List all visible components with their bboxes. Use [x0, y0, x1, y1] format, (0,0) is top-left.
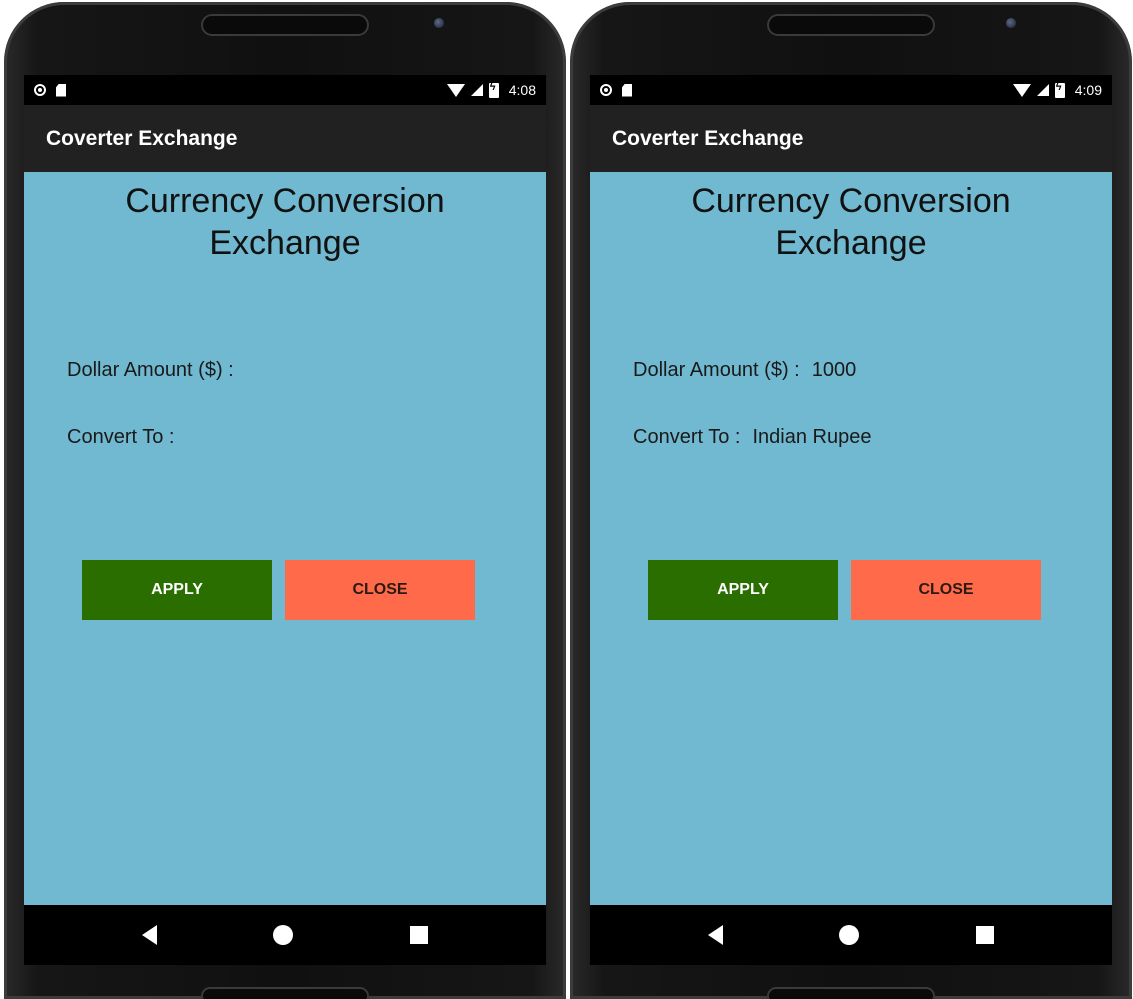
bottom-speaker: [767, 987, 935, 999]
home-icon[interactable]: [839, 925, 860, 945]
close-button[interactable]: CLOSE: [285, 560, 475, 620]
convert-to-label: Convert To :: [67, 426, 175, 448]
apply-button[interactable]: APPLY: [82, 560, 272, 620]
close-button[interactable]: CLOSE: [851, 560, 1041, 620]
apply-button[interactable]: APPLY: [648, 560, 838, 620]
app-title: Coverter Exchange: [46, 126, 238, 150]
front-camera: [434, 18, 444, 28]
front-camera: [1006, 18, 1016, 28]
sd-card-icon: [622, 83, 632, 97]
top-speaker: [201, 14, 369, 36]
page-title: Currency Conversion Exchange: [691, 182, 1011, 262]
wifi-icon: [446, 83, 465, 97]
app-bar: Coverter Exchange: [24, 105, 546, 172]
navigation-bar: [24, 905, 546, 965]
convert-to-row: Convert To : Indian Rupee: [633, 426, 871, 449]
page-title: Currency Conversion Exchange: [125, 182, 445, 262]
dollar-amount-label: Dollar Amount ($) :: [633, 359, 800, 381]
signal-icon: [1036, 84, 1049, 96]
status-bar: 4:08: [24, 75, 546, 105]
main-content: Currency Conversion Exchange Dollar Amou…: [590, 172, 1112, 905]
signal-icon: [470, 84, 483, 96]
app-title: Coverter Exchange: [612, 126, 804, 150]
phone-screen: 4:08 Coverter Exchange Currency Conversi…: [24, 75, 546, 965]
dollar-amount-row: Dollar Amount ($) : 1000: [633, 359, 856, 382]
convert-to-label: Convert To :: [633, 426, 741, 448]
status-time: 4:09: [1074, 82, 1102, 98]
status-bar: 4:09: [590, 75, 1112, 105]
phone-device-right: 4:09 Coverter Exchange Currency Conversi…: [570, 2, 1132, 999]
circle-icon: [600, 84, 612, 96]
status-time: 4:08: [508, 82, 536, 98]
recent-apps-icon[interactable]: [975, 926, 994, 944]
phone-screen: 4:09 Coverter Exchange Currency Conversi…: [590, 75, 1112, 965]
wifi-icon: [1012, 83, 1031, 97]
back-icon[interactable]: [708, 925, 724, 945]
circle-icon: [34, 84, 46, 96]
battery-charging-icon: [1054, 81, 1065, 98]
convert-to-value[interactable]: Indian Rupee: [752, 426, 871, 449]
navigation-bar: [590, 905, 1112, 965]
dollar-amount-row: Dollar Amount ($) :: [67, 359, 246, 382]
convert-to-row: Convert To :: [67, 426, 186, 449]
battery-charging-icon: [488, 81, 499, 98]
main-content: Currency Conversion Exchange Dollar Amou…: [24, 172, 546, 905]
phone-device-left: 4:08 Coverter Exchange Currency Conversi…: [4, 2, 566, 999]
top-speaker: [767, 14, 935, 36]
dollar-amount-value[interactable]: 1000: [812, 359, 857, 382]
sd-card-icon: [56, 83, 66, 97]
dollar-amount-label: Dollar Amount ($) :: [67, 359, 234, 381]
recent-apps-icon[interactable]: [409, 926, 428, 944]
back-icon[interactable]: [142, 925, 158, 945]
app-bar: Coverter Exchange: [590, 105, 1112, 172]
bottom-speaker: [201, 987, 369, 999]
home-icon[interactable]: [273, 925, 294, 945]
